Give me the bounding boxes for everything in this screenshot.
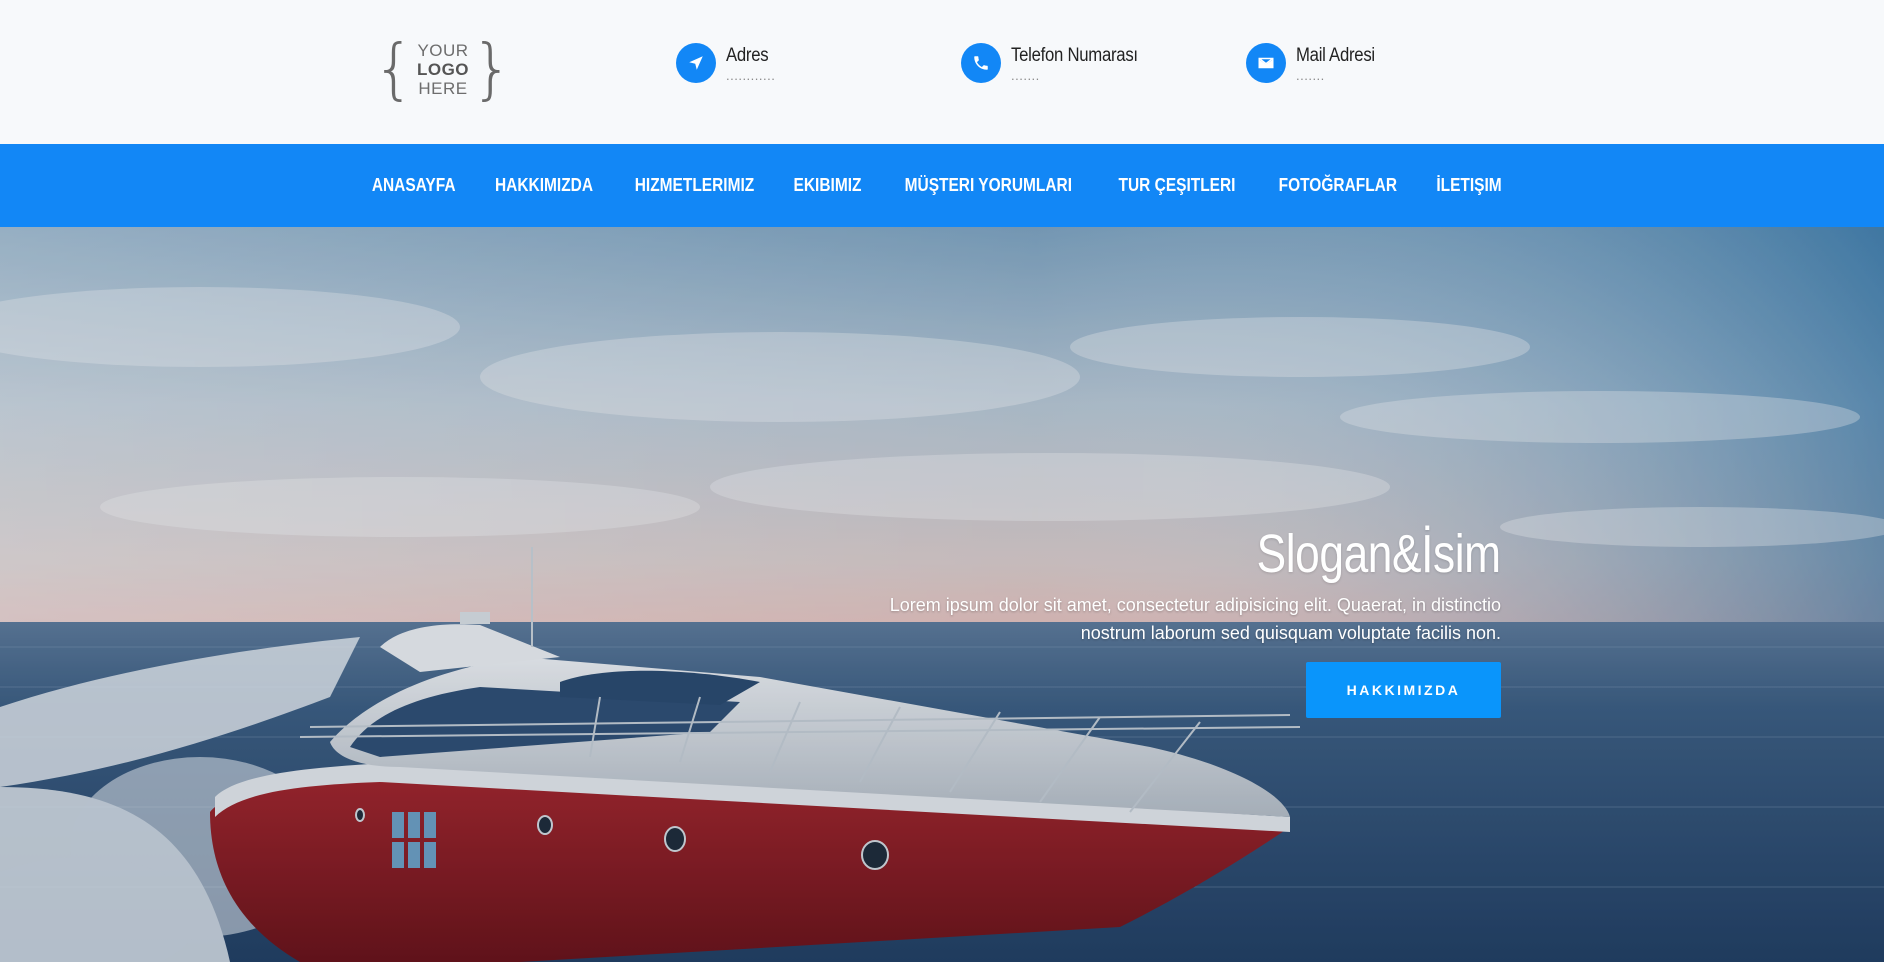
about-us-button[interactable]: HAKKIMIZDA bbox=[1306, 662, 1501, 718]
site-logo[interactable]: { YOUR LOGO HERE } bbox=[373, 36, 513, 102]
contact-mail-value: ....... bbox=[1296, 68, 1325, 83]
logo-line-1: YOUR bbox=[417, 40, 469, 60]
logo-text: YOUR LOGO HERE bbox=[417, 41, 469, 98]
contact-address: Adres ............ bbox=[676, 43, 775, 83]
hero-description: Lorem ipsum dolor sit amet, consectetur … bbox=[889, 595, 1501, 643]
nav-item-anasayfa[interactable]: ANASAYFA bbox=[372, 175, 456, 196]
contact-phone: Telefon Numarası ....... bbox=[961, 43, 1155, 83]
location-arrow-icon bbox=[676, 43, 716, 83]
hero-banner: Slogan&İsim Lorem ipsum dolor sit amet, … bbox=[0, 227, 1884, 962]
nav-item-hakkimizda[interactable]: HAKKIMIZDA bbox=[494, 175, 592, 196]
nav-item-musteri-yorumlari[interactable]: MÜŞTERI YORUMLARI bbox=[904, 175, 1071, 196]
contact-phone-value: ....... bbox=[1011, 68, 1040, 83]
nav-menu: ANASAYFA HAKKIMIZDA HIZMETLERIMIZ EKIBIM… bbox=[365, 175, 1519, 196]
logo-right-brace: } bbox=[471, 30, 514, 107]
contact-phone-label: Telefon Numarası bbox=[1011, 45, 1138, 66]
logo-line-3: HERE bbox=[418, 78, 468, 98]
contact-address-value: ............ bbox=[726, 68, 776, 83]
top-info-bar: { YOUR LOGO HERE } Adres ............ Te… bbox=[0, 0, 1884, 144]
logo-line-2: LOGO bbox=[416, 59, 470, 79]
nav-item-tur-cesitleri[interactable]: TUR ÇEŞITLERI bbox=[1119, 175, 1236, 196]
contact-address-label: Adres bbox=[726, 45, 769, 66]
nav-item-iletisim[interactable]: İLETIŞIM bbox=[1436, 175, 1501, 196]
logo-left-brace: { bbox=[372, 30, 415, 107]
contact-mail: Mail Adresi ....... bbox=[1246, 43, 1386, 83]
envelope-icon bbox=[1246, 43, 1286, 83]
phone-icon bbox=[961, 43, 1001, 83]
main-navbar: ANASAYFA HAKKIMIZDA HIZMETLERIMIZ EKIBIM… bbox=[0, 144, 1884, 227]
nav-item-hizmetlerimiz[interactable]: HIZMETLERIMIZ bbox=[634, 175, 754, 196]
nav-item-fotograflar[interactable]: FOTOĞRAFLAR bbox=[1279, 175, 1397, 196]
hero-title: Slogan&İsim bbox=[1256, 524, 1501, 584]
contact-mail-label: Mail Adresi bbox=[1296, 45, 1375, 66]
nav-item-ekibimiz[interactable]: EKIBIMIZ bbox=[793, 175, 861, 196]
